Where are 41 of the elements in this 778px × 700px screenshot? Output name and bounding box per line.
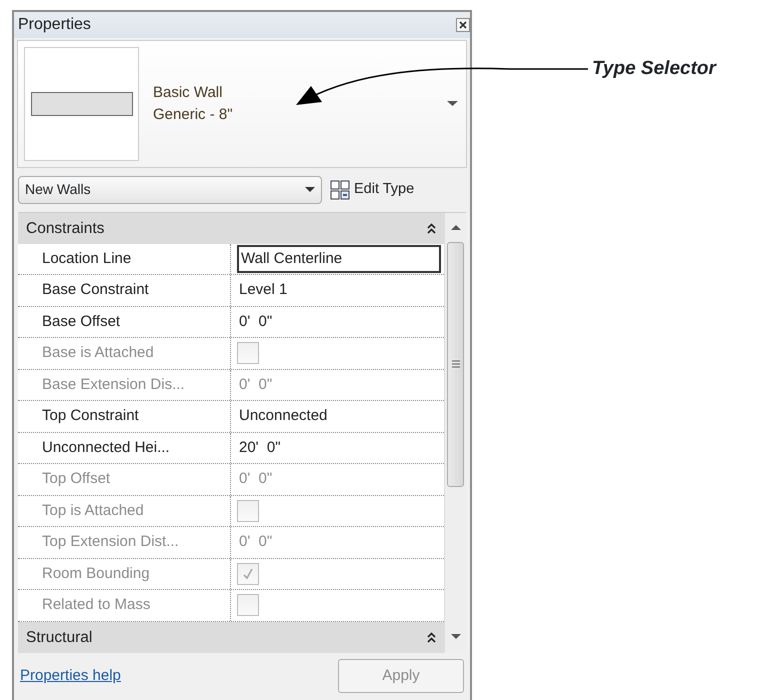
property-label: Top is Attached — [18, 496, 231, 526]
caret-icon — [305, 187, 315, 192]
group-header[interactable]: Structural — [18, 622, 444, 653]
property-label: Top Constraint — [18, 401, 231, 432]
property-label: Room Bounding — [18, 558, 231, 590]
property-label: Base Offset — [18, 306, 231, 338]
property-value: 0' 0" — [238, 374, 274, 395]
help-link[interactable]: Properties help — [20, 665, 121, 688]
property-label: Base Extension Dis... — [18, 370, 231, 400]
type-selector[interactable]: Basic Wall Generic - 8" — [17, 40, 467, 168]
property-label: Location Line — [18, 244, 231, 274]
check-icon — [241, 566, 255, 581]
wall-preview-icon — [30, 92, 132, 116]
property-value[interactable]: Unconnected — [237, 405, 330, 428]
property-label: Base is Attached — [18, 338, 231, 369]
edit-type-button[interactable]: Edit Type — [330, 178, 414, 201]
property-label: Related to Mass — [18, 590, 231, 621]
property-value: 0' 0" — [238, 532, 274, 552]
group-header[interactable]: Constraints — [18, 212, 444, 244]
window-title: Properties — [18, 14, 91, 35]
scrollbar-thumb[interactable] — [447, 242, 464, 487]
scrollbar[interactable] — [444, 212, 466, 653]
type-name: Generic - 8" — [153, 104, 234, 125]
property-value[interactable]: 0' 0" — [237, 310, 274, 334]
property-label: Top Offset — [18, 464, 231, 495]
close-icon[interactable] — [456, 18, 470, 32]
property-label: Unconnected Hei... — [18, 432, 231, 464]
instance-filter-dropdown[interactable]: New Walls — [18, 176, 322, 204]
scroll-down-icon[interactable] — [450, 634, 460, 639]
family-name: Basic Wall — [153, 82, 224, 103]
grip-icon — [452, 360, 460, 368]
dropdown-caret-icon — [447, 101, 458, 106]
property-value[interactable]: Level 1 — [237, 279, 290, 302]
property-label: Base Constraint — [18, 275, 231, 306]
edit-type-icon — [330, 180, 350, 200]
property-value[interactable]: Wall Centerline — [237, 244, 441, 273]
callout-label: Type Selector — [592, 57, 716, 81]
scroll-up-icon[interactable] — [450, 224, 460, 230]
property-label: Top Extension Dist... — [18, 527, 231, 558]
property-value: 0' 0" — [238, 469, 274, 490]
property-value[interactable]: 20' 0" — [237, 436, 283, 460]
